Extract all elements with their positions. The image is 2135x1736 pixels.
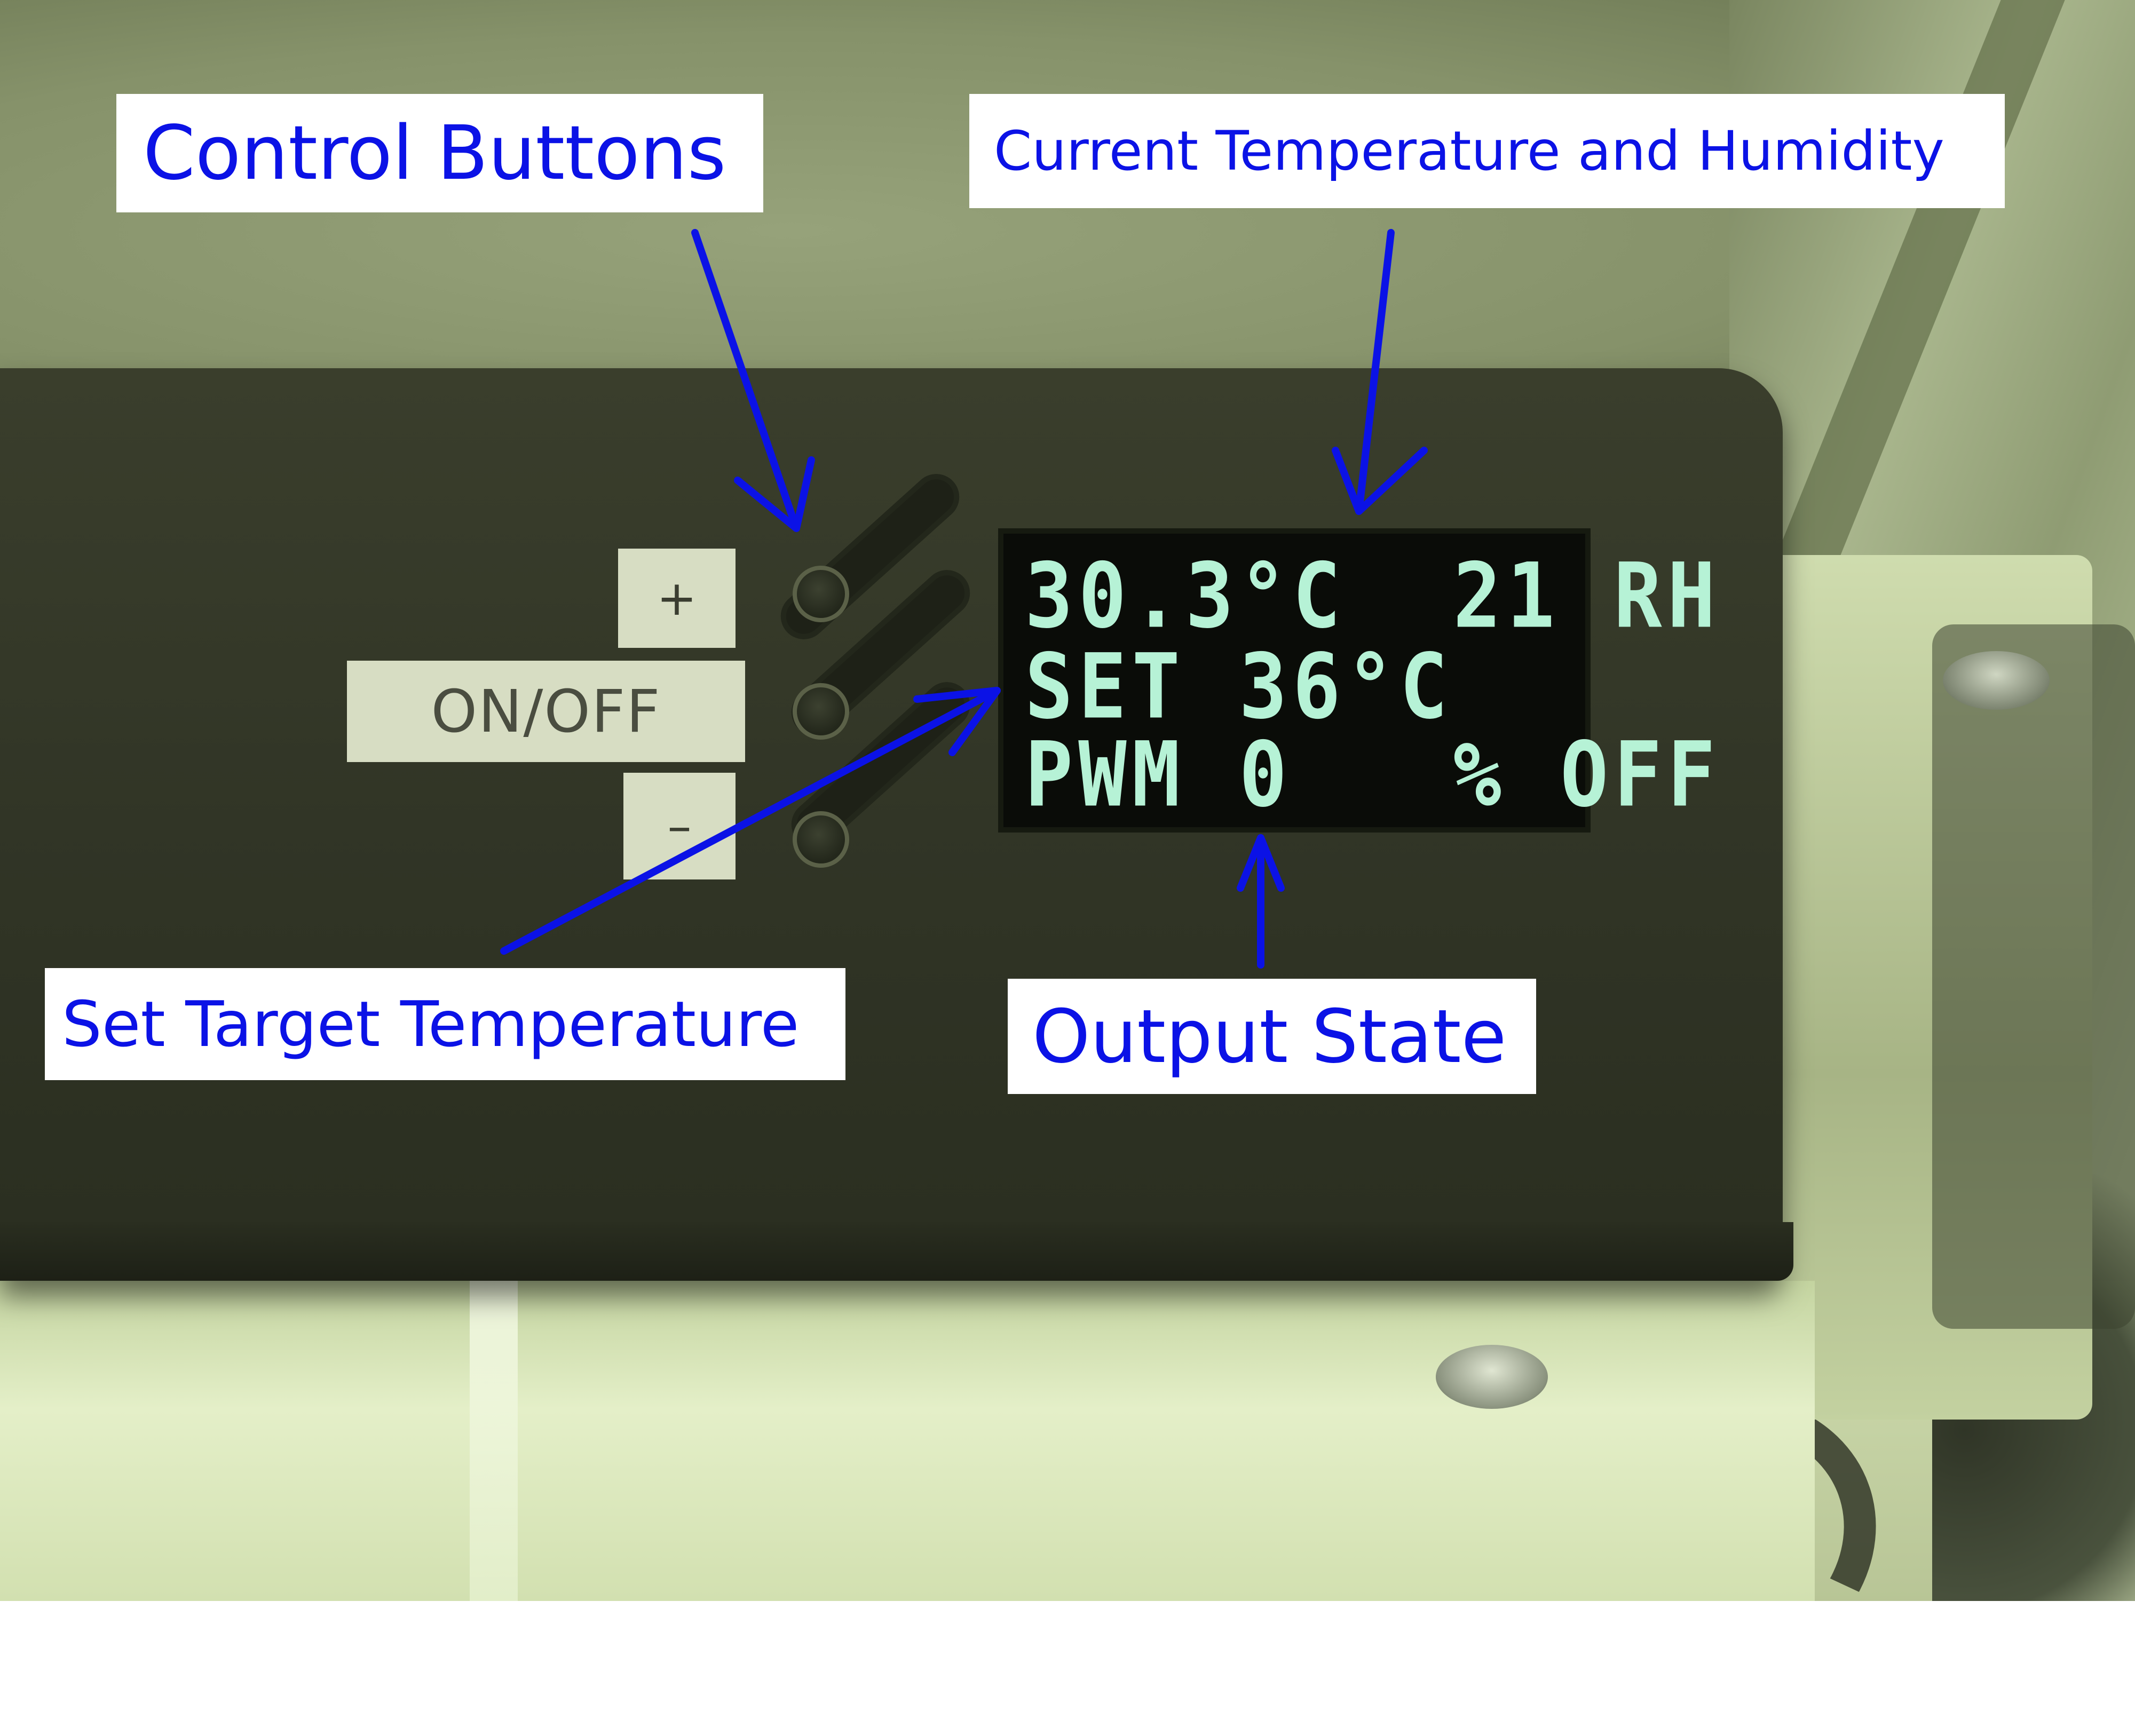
annotation-set-target-temperature: Set Target Temperature [45, 968, 845, 1080]
display-temp-humidity: 30.3°C 21 RH [1025, 544, 1721, 648]
bracket-screw [1943, 651, 2050, 710]
enclosure-lip [0, 1222, 1793, 1281]
display-output-state: PWM 0 % OFF [1025, 723, 1721, 827]
annotation-control-buttons: Control Buttons [116, 94, 763, 212]
minus-button[interactable] [793, 811, 849, 868]
plus-button[interactable] [793, 566, 849, 622]
minus-label: – [623, 773, 736, 879]
onoff-label: ON/OFF [347, 661, 745, 762]
onoff-button[interactable] [793, 683, 849, 740]
bracket-slot [1932, 624, 2135, 1329]
annotation-current-temp-humidity: Current Temperature and Humidity [969, 94, 2005, 208]
light-glow [0, 1281, 1815, 1601]
annotation-output-state: Output State [1008, 979, 1536, 1094]
photo-scene: + ON/OFF – 30.3°C 21 RH SET 36°C PWM 0 %… [0, 0, 2135, 1736]
plus-label: + [618, 549, 736, 648]
lower-screw [1436, 1345, 1548, 1409]
led-light-streak [470, 1270, 518, 1601]
